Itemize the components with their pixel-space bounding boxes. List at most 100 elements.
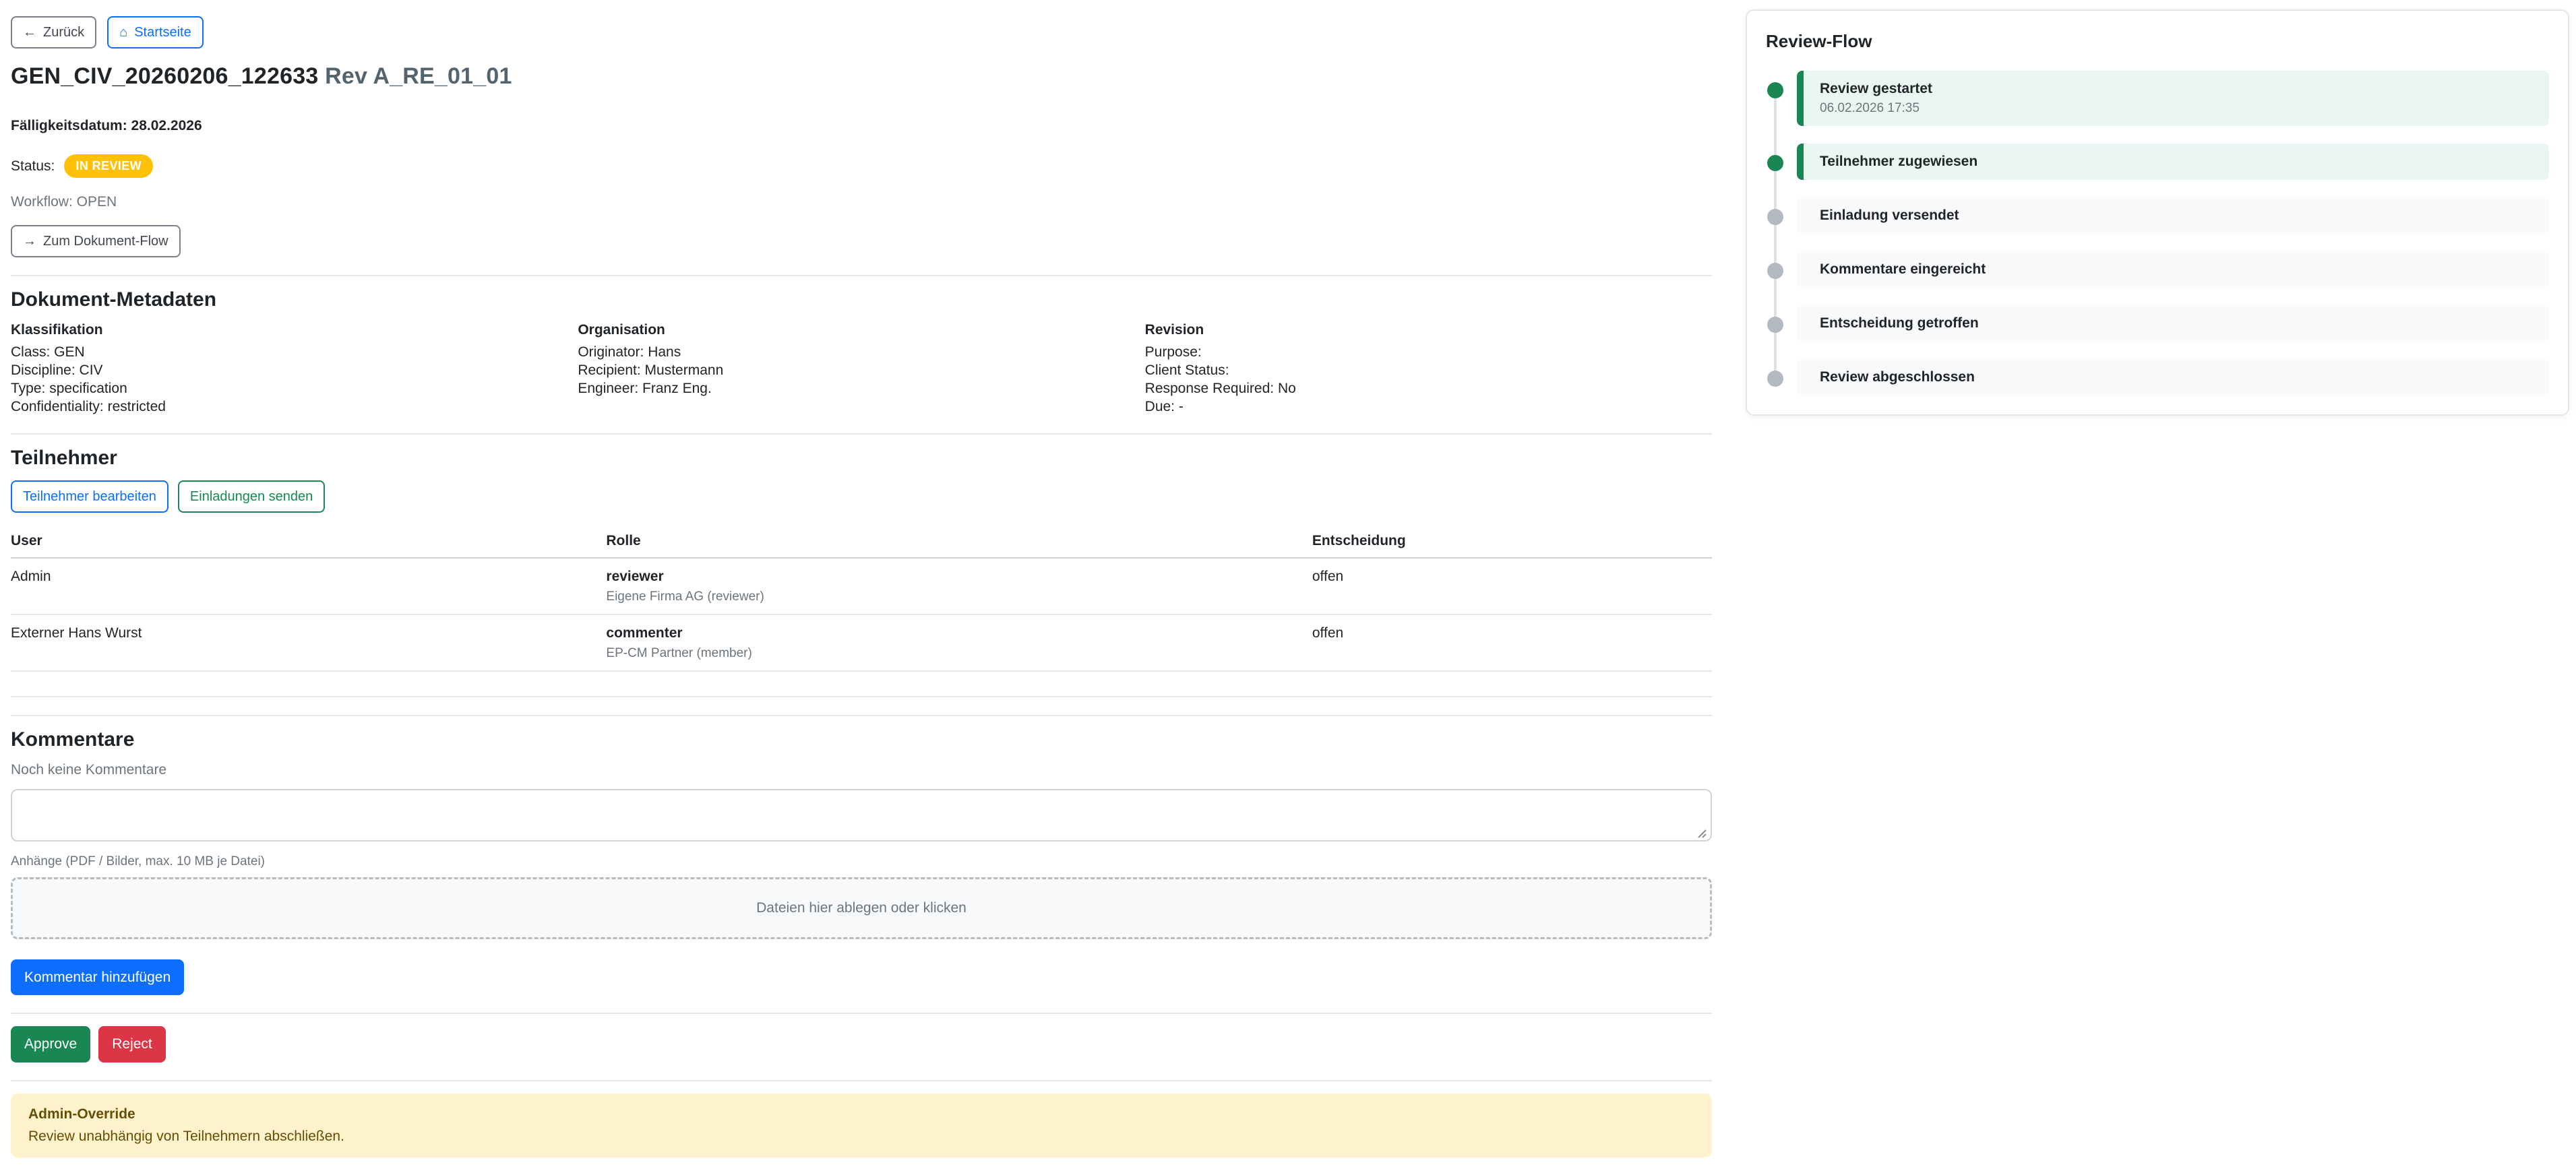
arrow-right-icon: → [23, 234, 36, 249]
metadata-line: Recipient: Mustermann [578, 362, 724, 378]
divider [11, 1013, 1712, 1015]
divider [11, 715, 1712, 716]
step-box: Review abgeschlossen [1797, 359, 2549, 395]
decision-buttons: Approve Reject [11, 1026, 1712, 1063]
metadata-line: Type: specification [11, 381, 127, 396]
step-box: Teilnehmer zugewiesen [1797, 144, 2549, 180]
participants-table: User Rolle Entscheidung Admin reviewer E… [11, 526, 1712, 697]
timeline-step: Entscheidung getroffen [1766, 305, 2549, 342]
step-label: Einladung versendet [1820, 208, 1959, 223]
column-header-role: Rolle [606, 526, 1312, 559]
toolbar: ← Zurück ⌂ Startseite [11, 16, 1712, 49]
divider [11, 275, 1712, 276]
participant-actions: Teilnehmer bearbeiten Einladungen senden [11, 480, 1712, 513]
admin-override-title: Admin-Override [28, 1106, 135, 1122]
doc-flow-button[interactable]: → Zum Dokument-Flow [11, 225, 181, 257]
home-button-label: Startseite [134, 25, 191, 40]
metadata-grid: Klassifikation Class: GEN Discipline: CI… [11, 322, 1712, 416]
timeline-step: Review abgeschlossen [1766, 359, 2549, 395]
step-dot-pending [1767, 263, 1783, 279]
admin-override-alert: Admin-Override Review unabhängig von Tei… [11, 1093, 1712, 1158]
role-name: reviewer [606, 569, 664, 584]
attachments-dropzone[interactable]: Dateien hier ablegen oder klicken [11, 877, 1712, 939]
step-label: Teilnehmer zugewiesen [1820, 154, 1978, 169]
workflow-status: Workflow: OPEN [11, 194, 117, 210]
section-heading-metadata: Dokument-Metadaten [11, 288, 217, 311]
timeline-step: Einladung versendet [1766, 197, 2549, 234]
cell-user: Externer Hans Wurst [11, 614, 607, 672]
add-comment-button[interactable]: Kommentar hinzufügen [11, 959, 185, 996]
step-label: Review gestartet [1820, 81, 1932, 96]
cell-decision: offen [1312, 558, 1712, 615]
dropzone-text: Dateien hier ablegen oder klicken [756, 900, 967, 916]
revision-label: Rev A_RE_01_01 [325, 63, 512, 89]
comment-textarea[interactable] [11, 789, 1712, 842]
admin-override-text: Review unabhängig von Teilnehmern abschl… [28, 1128, 344, 1144]
doc-flow-button-label: Zum Dokument-Flow [43, 234, 168, 249]
back-button[interactable]: ← Zurück [11, 16, 97, 49]
timeline-step: Review gestartet 06.02.2026 17:35 [1766, 71, 2549, 126]
comment-textarea-wrap [11, 789, 1712, 845]
step-dot-done [1767, 155, 1783, 171]
column-header-user: User [11, 526, 607, 559]
metadata-column-organisation: Organisation Originator: Hans Recipient:… [578, 322, 1144, 416]
send-invitations-button[interactable]: Einladungen senden [177, 480, 326, 513]
metadata-line: Client Status: [1144, 362, 1229, 378]
document-id: GEN_CIV_20260206_122633 [11, 63, 319, 89]
metadata-line: Originator: Hans [578, 344, 681, 360]
metadata-column-klassifikation: Klassifikation Class: GEN Discipline: CI… [11, 322, 578, 416]
timeline-step: Kommentare eingereicht [1766, 251, 2549, 288]
status-badge: IN REVIEW [64, 154, 153, 178]
role-organisation: EP-CM Partner (member) [606, 646, 752, 660]
review-flow-card: Review-Flow Review gestartet 06.02.2026 … [1746, 9, 2569, 416]
back-arrow-icon: ← [23, 25, 36, 40]
cell-role: reviewer Eigene Firma AG (reviewer) [606, 558, 1312, 615]
role-name: commenter [606, 625, 683, 641]
timeline-step: Teilnehmer zugewiesen [1766, 144, 2549, 180]
step-label: Review abgeschlossen [1820, 369, 1975, 385]
comments-empty-text: Noch keine Kommentare [11, 762, 167, 778]
cell-user: Admin [11, 558, 607, 615]
metadata-line: Engineer: Franz Eng. [578, 381, 712, 396]
back-button-label: Zurück [43, 25, 85, 40]
approve-button[interactable]: Approve [11, 1026, 91, 1063]
metadata-column-title: Revision [1144, 322, 1204, 338]
step-box: Kommentare eingereicht [1797, 251, 2549, 288]
review-flow-timeline: Review gestartet 06.02.2026 17:35 Teilne… [1766, 71, 2549, 395]
section-heading-comments: Kommentare [11, 728, 135, 751]
metadata-line: Purpose: [1144, 344, 1202, 360]
metadata-line: Class: GEN [11, 344, 85, 360]
section-heading-participants: Teilnehmer [11, 447, 117, 469]
divider [11, 1079, 1712, 1081]
cell-role: commenter EP-CM Partner (member) [606, 614, 1312, 672]
metadata-column-title: Klassifikation [11, 322, 103, 338]
table-row: Admin reviewer Eigene Firma AG (reviewer… [11, 558, 1712, 615]
review-flow-heading: Review-Flow [1766, 31, 1872, 51]
step-box: Review gestartet 06.02.2026 17:35 [1797, 71, 2549, 126]
table-row-empty [11, 671, 1712, 697]
table-row: Externer Hans Wurst commenter EP-CM Part… [11, 614, 1712, 672]
divider [11, 433, 1712, 435]
step-box: Einladung versendet [1797, 197, 2549, 234]
step-dot-pending [1767, 317, 1783, 333]
status-row: Status: IN REVIEW [11, 154, 1712, 178]
step-dot-done [1767, 82, 1783, 98]
role-organisation: Eigene Firma AG (reviewer) [606, 590, 764, 604]
edit-participants-button[interactable]: Teilnehmer bearbeiten [11, 480, 168, 513]
home-icon: ⌂ [119, 25, 128, 40]
attachments-label: Anhänge (PDF / Bilder, max. 10 MB je Dat… [11, 854, 265, 868]
metadata-line: Response Required: No [1144, 381, 1296, 396]
status-label: Status: [11, 158, 55, 174]
metadata-line: Discipline: CIV [11, 362, 103, 378]
step-label: Entscheidung getroffen [1820, 315, 1979, 331]
step-box: Entscheidung getroffen [1797, 305, 2549, 342]
reject-button[interactable]: Reject [98, 1026, 166, 1063]
step-timestamp: 06.02.2026 17:35 [1820, 101, 1920, 115]
document-review-page: ← Zurück ⌂ Startseite GEN_CIV_20260206_1… [0, 0, 2576, 1173]
home-button[interactable]: ⌂ Startseite [107, 16, 204, 49]
metadata-line: Confidentiality: restricted [11, 399, 166, 414]
metadata-column-revision: Revision Purpose: Client Status: Respons… [1145, 322, 1712, 416]
step-dot-pending [1767, 209, 1783, 225]
metadata-column-title: Organisation [578, 322, 665, 338]
main-column: ← Zurück ⌂ Startseite GEN_CIV_20260206_1… [11, 0, 1712, 1173]
